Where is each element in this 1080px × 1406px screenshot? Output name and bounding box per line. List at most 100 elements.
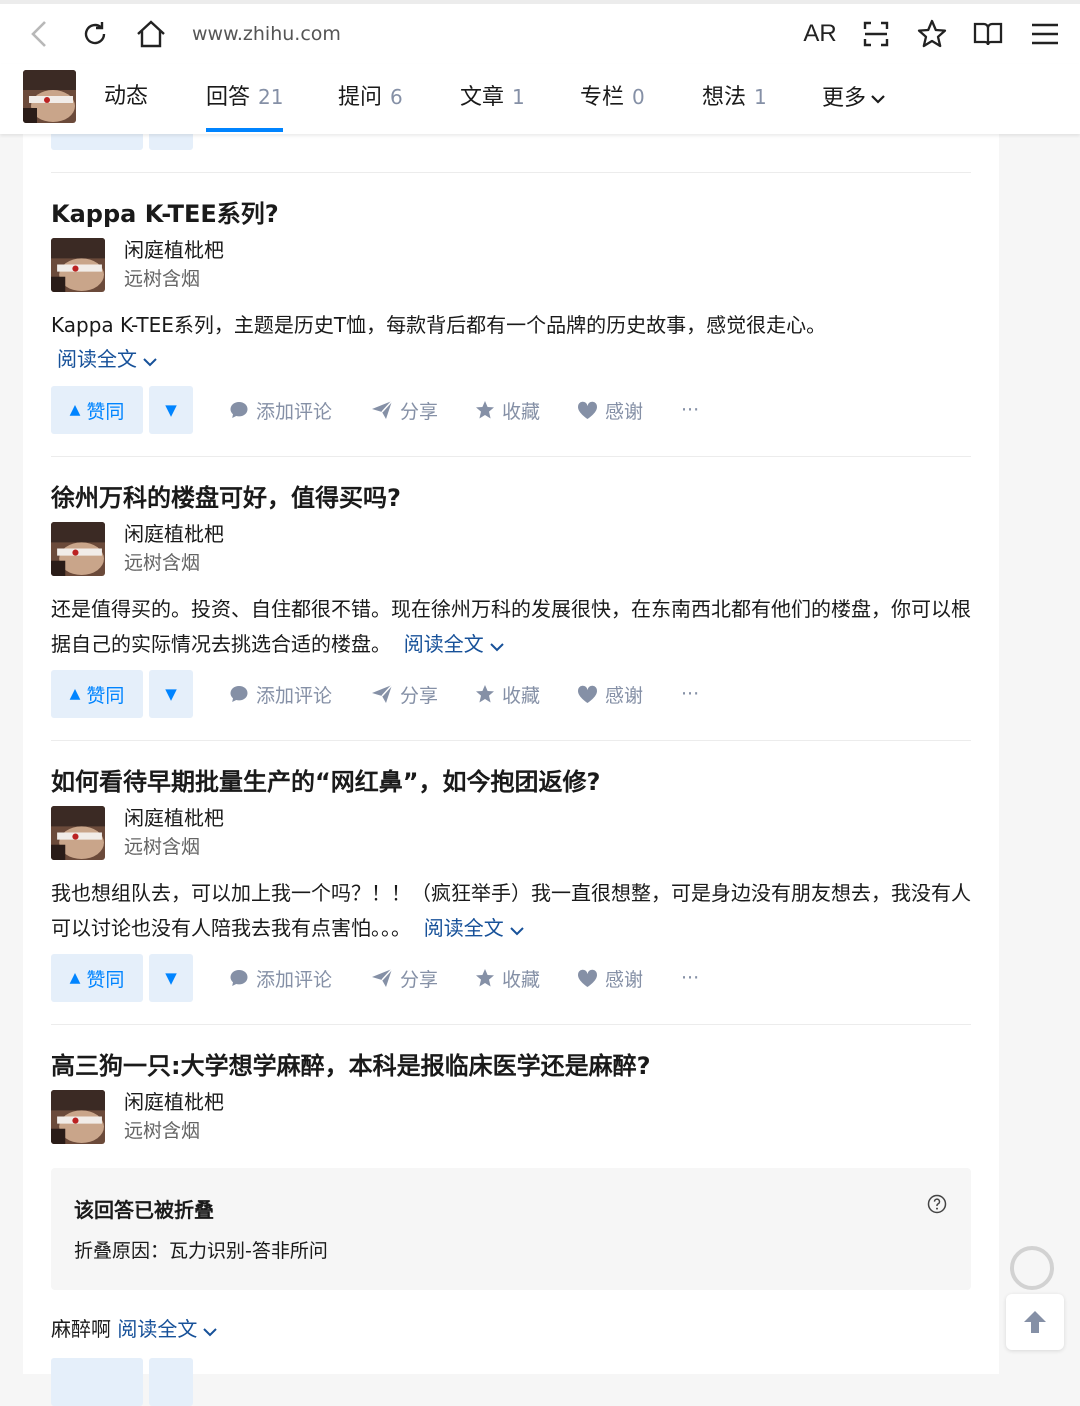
back-to-top-button[interactable] bbox=[1006, 1294, 1064, 1350]
downvote-icon: ▼ bbox=[165, 401, 177, 419]
downvote-button[interactable]: ▼ bbox=[149, 954, 193, 1002]
author-signature: 远树含烟 bbox=[124, 552, 201, 574]
collect-button[interactable]: 收藏 bbox=[475, 386, 540, 434]
answer-excerpt[interactable]: 还是值得买的。投资、自住都很不错。现在徐州万科的发展很快，在东南西北都有他们的楼… bbox=[51, 592, 971, 663]
reader-button[interactable]: AR bbox=[798, 4, 842, 64]
upvote-icon: ▲ bbox=[69, 686, 81, 702]
excerpt-text: Kappa K-TEE系列，主题是历史T恤，每款背后都有一个品牌的历史故事，感觉… bbox=[51, 313, 827, 337]
answer-actions: ▲ 赞同 ▼ 添加评论 分享 收藏 感谢 ··· bbox=[51, 954, 751, 1002]
author-signature: 远树含烟 bbox=[124, 268, 201, 290]
tab-columns[interactable]: 专栏 0 bbox=[580, 64, 645, 134]
upvote-button[interactable] bbox=[51, 1358, 143, 1406]
comment-button[interactable]: 添加评论 bbox=[229, 386, 332, 434]
read-more-link[interactable]: 阅读全文 bbox=[117, 1317, 218, 1341]
collect-button[interactable]: 收藏 bbox=[475, 954, 540, 1002]
chevron-down-icon bbox=[871, 95, 885, 104]
profile-tab-bar: 动态 回答 21 提问 6 文章 1 专栏 0 想法 1 更多 bbox=[0, 64, 1080, 134]
read-more-label: 阅读全文 bbox=[57, 347, 137, 371]
question-title[interactable]: 高三狗一只:大学想学麻醉，本科是报临床医学还是麻醉? bbox=[51, 1046, 651, 1081]
answer-excerpt[interactable]: Kappa K-TEE系列，主题是历史T恤，每款背后都有一个品牌的历史故事，感觉… bbox=[51, 308, 971, 343]
answer-excerpt[interactable]: 我也想组队去，可以加上我一个吗？！！（疯狂举手）我一直很想整，可是身边没有朋友想… bbox=[51, 876, 971, 947]
tab-label: 更多 bbox=[822, 86, 867, 111]
star-icon[interactable] bbox=[914, 4, 950, 64]
profile-avatar[interactable] bbox=[23, 70, 76, 123]
author-signature: 远树含烟 bbox=[124, 836, 201, 858]
share-button[interactable]: 分享 bbox=[371, 954, 438, 1002]
excerpt-text: 麻醉啊 bbox=[51, 1317, 111, 1341]
author-name[interactable]: 闲庭植枇杷 bbox=[124, 802, 224, 831]
upvote-button[interactable]: ▲ 赞同 bbox=[51, 954, 143, 1002]
more-icon: ··· bbox=[681, 967, 700, 989]
question-title[interactable]: Kappa K-TEE系列? bbox=[51, 194, 279, 229]
thanks-button[interactable]: 感谢 bbox=[577, 670, 643, 718]
heart-icon bbox=[577, 401, 598, 419]
read-more-row: 阅读全文 bbox=[57, 342, 977, 378]
avatar[interactable] bbox=[51, 1090, 105, 1144]
upvote-button[interactable]: ▲ 赞同 bbox=[51, 670, 143, 718]
avatar[interactable] bbox=[51, 522, 105, 576]
home-icon[interactable] bbox=[134, 4, 168, 64]
chevron-down-icon bbox=[203, 1313, 218, 1348]
upvote-button[interactable]: ▲ 赞同 bbox=[51, 386, 143, 434]
address-bar[interactable]: www.zhihu.com bbox=[192, 4, 341, 64]
scan-icon[interactable] bbox=[860, 4, 892, 64]
excerpt-text: 还是值得买的。投资、自住都很不错。现在徐州万科的发展很快，在东南西北都有他们的楼… bbox=[51, 597, 971, 656]
url-text: www.zhihu.com bbox=[192, 23, 341, 45]
downvote-button[interactable]: ▼ bbox=[149, 386, 193, 434]
book-icon[interactable] bbox=[970, 4, 1006, 64]
tab-thoughts[interactable]: 想法 1 bbox=[702, 64, 767, 134]
downvote-icon: ▼ bbox=[165, 685, 177, 703]
author-name[interactable]: 闲庭植枇杷 bbox=[124, 234, 224, 263]
read-more-link[interactable]: 阅读全文 bbox=[417, 916, 524, 940]
more-button[interactable]: ··· bbox=[681, 386, 699, 434]
thanks-label: 感谢 bbox=[605, 968, 644, 991]
menu-icon[interactable] bbox=[1030, 4, 1060, 64]
share-label: 分享 bbox=[400, 968, 439, 991]
more-button[interactable]: ··· bbox=[681, 954, 699, 1002]
tab-activity[interactable]: 动态 bbox=[104, 64, 148, 134]
comment-label: 添加评论 bbox=[256, 968, 333, 991]
answer-actions bbox=[51, 1358, 751, 1406]
share-button[interactable]: 分享 bbox=[371, 386, 438, 434]
comment-icon bbox=[230, 970, 248, 986]
star-icon bbox=[476, 969, 494, 987]
collect-label: 收藏 bbox=[502, 968, 541, 991]
arrow-up-icon bbox=[1024, 1311, 1046, 1333]
tab-articles[interactable]: 文章 1 bbox=[460, 64, 525, 134]
question-title[interactable]: 如何看待早期批量生产的“网红鼻”，如今抱团返修? bbox=[51, 762, 600, 797]
read-more-link[interactable]: 阅读全文 bbox=[397, 632, 504, 656]
more-button[interactable]: ··· bbox=[681, 670, 699, 718]
tab-more[interactable]: 更多 bbox=[822, 64, 886, 134]
share-icon bbox=[372, 400, 393, 419]
thanks-button[interactable]: 感谢 bbox=[577, 954, 643, 1002]
back-icon[interactable] bbox=[22, 4, 56, 64]
answer-excerpt[interactable]: 麻醉啊 阅读全文 bbox=[51, 1312, 971, 1348]
author-name[interactable]: 闲庭植枇杷 bbox=[124, 518, 224, 547]
tab-label: 想法 bbox=[702, 85, 747, 110]
avatar[interactable] bbox=[51, 238, 105, 292]
chevron-down-icon bbox=[143, 343, 157, 378]
read-more-label: 阅读全文 bbox=[403, 632, 484, 656]
help-icon[interactable] bbox=[927, 1194, 947, 1218]
collect-label: 收藏 bbox=[502, 400, 541, 423]
downvote-button[interactable]: ▼ bbox=[149, 670, 193, 718]
thanks-button[interactable]: 感谢 bbox=[577, 386, 643, 434]
tab-answers[interactable]: 回答 21 bbox=[206, 64, 284, 134]
tab-count: 1 bbox=[754, 85, 767, 109]
share-button[interactable]: 分享 bbox=[371, 670, 438, 718]
avatar[interactable] bbox=[51, 806, 105, 860]
reload-icon[interactable] bbox=[78, 4, 112, 64]
tab-questions[interactable]: 提问 6 bbox=[338, 64, 403, 134]
question-title[interactable]: 徐州万科的楼盘可好，值得买吗? bbox=[51, 478, 401, 513]
read-more-link[interactable]: 阅读全文 bbox=[57, 347, 157, 371]
author-name[interactable]: 闲庭植枇杷 bbox=[124, 1086, 224, 1115]
comment-label: 添加评论 bbox=[256, 684, 333, 707]
comment-button[interactable]: 添加评论 bbox=[229, 954, 332, 1002]
thanks-label: 感谢 bbox=[605, 400, 644, 423]
comment-button[interactable]: 添加评论 bbox=[229, 670, 332, 718]
heart-icon bbox=[577, 969, 598, 987]
collect-button[interactable]: 收藏 bbox=[475, 670, 540, 718]
answer-actions: ▲ 赞同 ▼ 添加评论 分享 收藏 感谢 ··· bbox=[51, 670, 751, 718]
more-icon: ··· bbox=[681, 683, 700, 705]
downvote-button[interactable] bbox=[149, 1358, 193, 1406]
